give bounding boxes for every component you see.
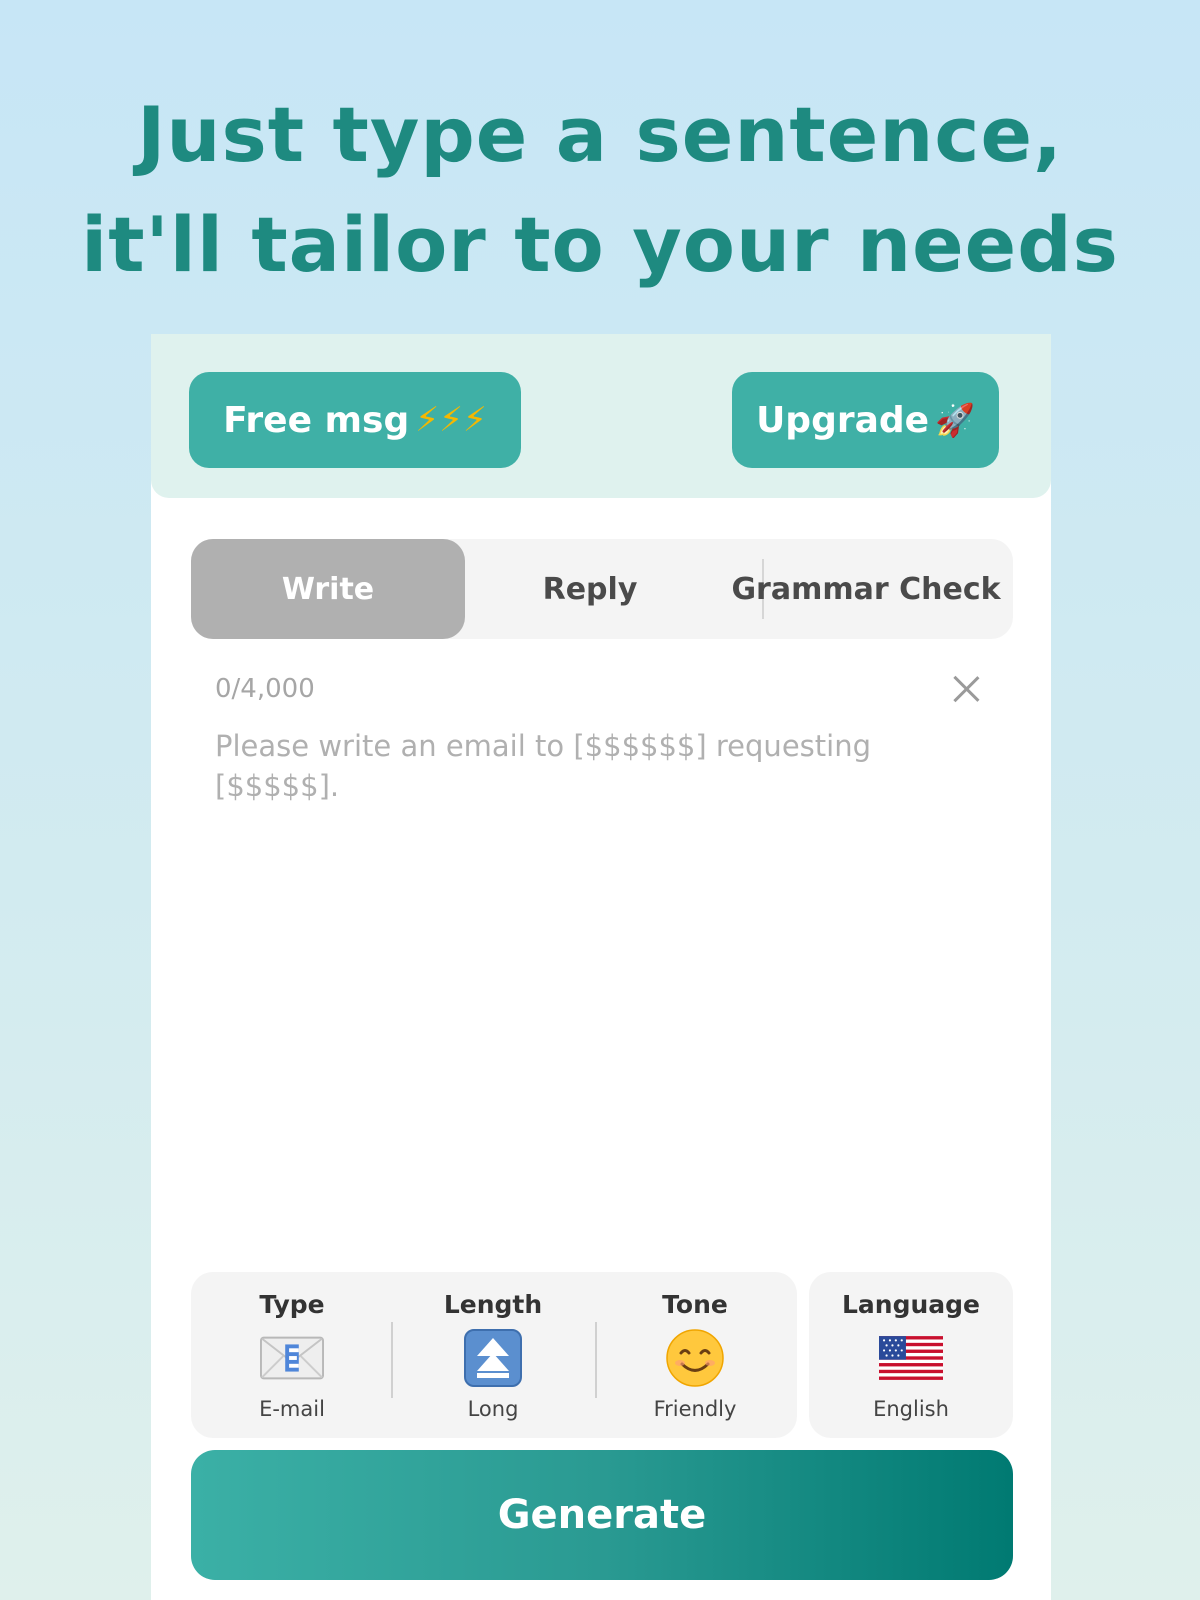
card-header: Free msg ⚡⚡⚡ Upgrade 🚀 bbox=[151, 334, 1051, 498]
upgrade-button[interactable]: Upgrade 🚀 bbox=[732, 372, 999, 468]
tone-value: Friendly bbox=[653, 1397, 737, 1421]
generate-button[interactable]: Generate bbox=[191, 1450, 1013, 1580]
type-value: E-mail bbox=[259, 1397, 325, 1421]
language-value: English bbox=[873, 1397, 949, 1421]
length-value: Long bbox=[467, 1397, 519, 1421]
tab-write[interactable]: Write bbox=[191, 539, 465, 639]
length-label: Length bbox=[443, 1290, 543, 1319]
us-flag-icon bbox=[879, 1329, 943, 1387]
free-messages-label: Free msg bbox=[223, 399, 410, 441]
options-panel: Type E-mail Length Long Tone Friendly bbox=[191, 1272, 797, 1438]
headline-line-2: it'll tailor to your needs bbox=[81, 200, 1119, 289]
tab-reply-label: Reply bbox=[542, 571, 638, 607]
envelope-e-icon bbox=[260, 1329, 324, 1387]
tab-reply[interactable]: Reply bbox=[465, 539, 715, 639]
composer-card: Free msg ⚡⚡⚡ Upgrade 🚀 Write Reply Gramm… bbox=[151, 334, 1051, 1600]
tone-option[interactable]: Tone Friendly bbox=[593, 1272, 797, 1438]
close-icon[interactable] bbox=[951, 674, 981, 704]
mode-tabs: Write Reply Grammar Check bbox=[191, 539, 1013, 639]
double-up-arrow-icon bbox=[461, 1329, 525, 1387]
tone-label: Tone bbox=[662, 1290, 728, 1319]
length-option[interactable]: Length Long bbox=[393, 1272, 593, 1438]
language-option[interactable]: Language English bbox=[809, 1272, 1013, 1438]
smiling-face-icon bbox=[663, 1329, 727, 1387]
tab-grammar-check-label: Grammar Check bbox=[731, 571, 1001, 607]
tab-grammar-check[interactable]: Grammar Check bbox=[719, 539, 1013, 639]
rocket-icon: 🚀 bbox=[935, 401, 975, 439]
type-label: Type bbox=[259, 1290, 325, 1319]
lightning-icon: ⚡⚡⚡ bbox=[415, 400, 487, 440]
free-messages-button[interactable]: Free msg ⚡⚡⚡ bbox=[189, 372, 521, 468]
character-counter: 0/4,000 bbox=[215, 674, 315, 704]
type-option[interactable]: Type E-mail bbox=[191, 1272, 393, 1438]
headline: Just type a sentence, it'll tailor to yo… bbox=[0, 80, 1200, 300]
headline-line-1: Just type a sentence, bbox=[137, 90, 1063, 179]
tab-write-label: Write bbox=[281, 571, 375, 607]
language-option-content: Language English bbox=[809, 1272, 1013, 1438]
language-label: Language bbox=[841, 1290, 980, 1319]
upgrade-label: Upgrade bbox=[756, 399, 930, 441]
